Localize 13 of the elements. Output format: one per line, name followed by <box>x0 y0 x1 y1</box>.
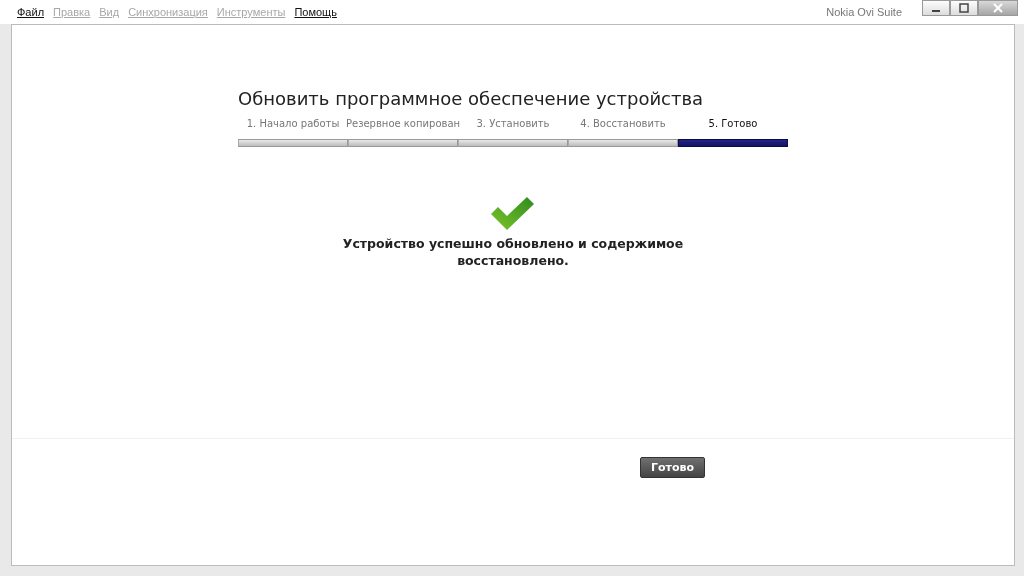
window-title: Nokia Ovi Suite <box>826 6 902 18</box>
done-button[interactable]: Готово <box>639 457 705 478</box>
dialog-title: Обновить программное обеспечение устройства <box>238 88 705 109</box>
menu-item[interactable]: Файл <box>17 6 45 18</box>
close-icon <box>993 3 1003 13</box>
maximize-button[interactable] <box>950 0 978 16</box>
checkmark-icon <box>491 197 535 231</box>
maximize-icon <box>959 3 969 13</box>
menu-item[interactable]: Помощь <box>294 6 337 18</box>
close-button[interactable] <box>978 0 1018 16</box>
minimize-button[interactable] <box>922 0 950 16</box>
success-message: Устройство успешно обновлено и содержимое восстановлено. <box>341 235 685 269</box>
minimize-icon <box>932 10 940 12</box>
